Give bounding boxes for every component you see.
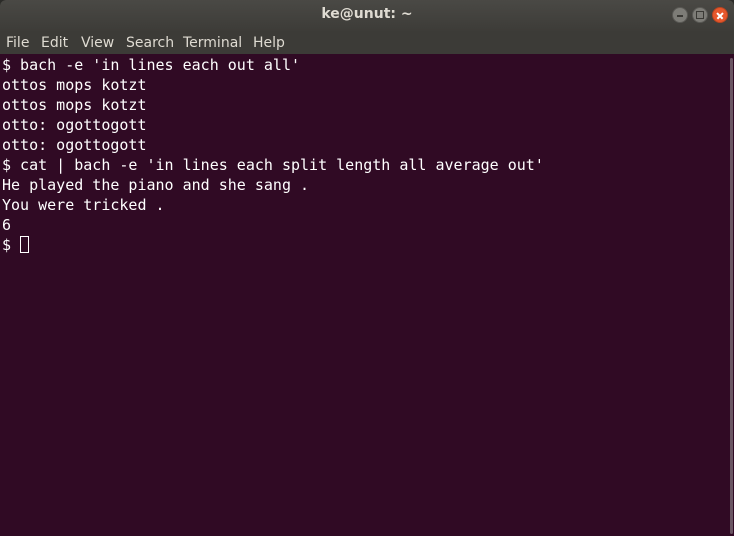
terminal-output[interactable]: $ bach -e 'in lines each out all' ottos … — [0, 54, 734, 536]
maximize-button[interactable] — [692, 7, 708, 23]
prompt-symbol: $ — [2, 236, 12, 254]
menu-edit[interactable]: Edit — [41, 35, 68, 51]
terminal-line: You were tricked . — [2, 196, 165, 214]
scrollbar[interactable] — [728, 54, 734, 536]
terminal-line: $ cat | bach -e 'in lines each split len… — [2, 156, 544, 174]
minimize-button[interactable] — [672, 7, 688, 23]
window-title: ke@unut: ~ — [321, 6, 413, 22]
terminal-line: otto: ogottogott — [2, 116, 147, 134]
menu-bar: File Edit View Search Terminal Help — [0, 31, 734, 54]
title-bar[interactable]: ke@unut: ~ — [0, 0, 734, 31]
menu-view[interactable]: View — [81, 35, 114, 51]
terminal-line: otto: ogottogott — [2, 136, 147, 154]
text-cursor — [20, 236, 30, 253]
terminal-line: ottos mops kotzt — [2, 96, 147, 114]
terminal-line: ottos mops kotzt — [2, 76, 147, 94]
menu-file[interactable]: File — [6, 35, 29, 51]
maximize-icon — [696, 11, 704, 19]
terminal-line: He played the piano and she sang . — [2, 176, 310, 194]
terminal-line: 6 — [2, 216, 12, 234]
scrollbar-thumb[interactable] — [730, 58, 733, 534]
menu-help[interactable]: Help — [253, 35, 285, 51]
menu-search[interactable]: Search — [126, 35, 174, 51]
minimize-icon — [677, 15, 683, 17]
terminal-line: $ bach -e 'in lines each out all' — [2, 56, 301, 74]
terminal-window: ke@unut: ~ File Edit View Search Termina… — [0, 0, 734, 536]
prompt-line[interactable]: $ — [2, 235, 30, 255]
menu-terminal[interactable]: Terminal — [183, 35, 242, 51]
close-button[interactable] — [712, 7, 728, 23]
